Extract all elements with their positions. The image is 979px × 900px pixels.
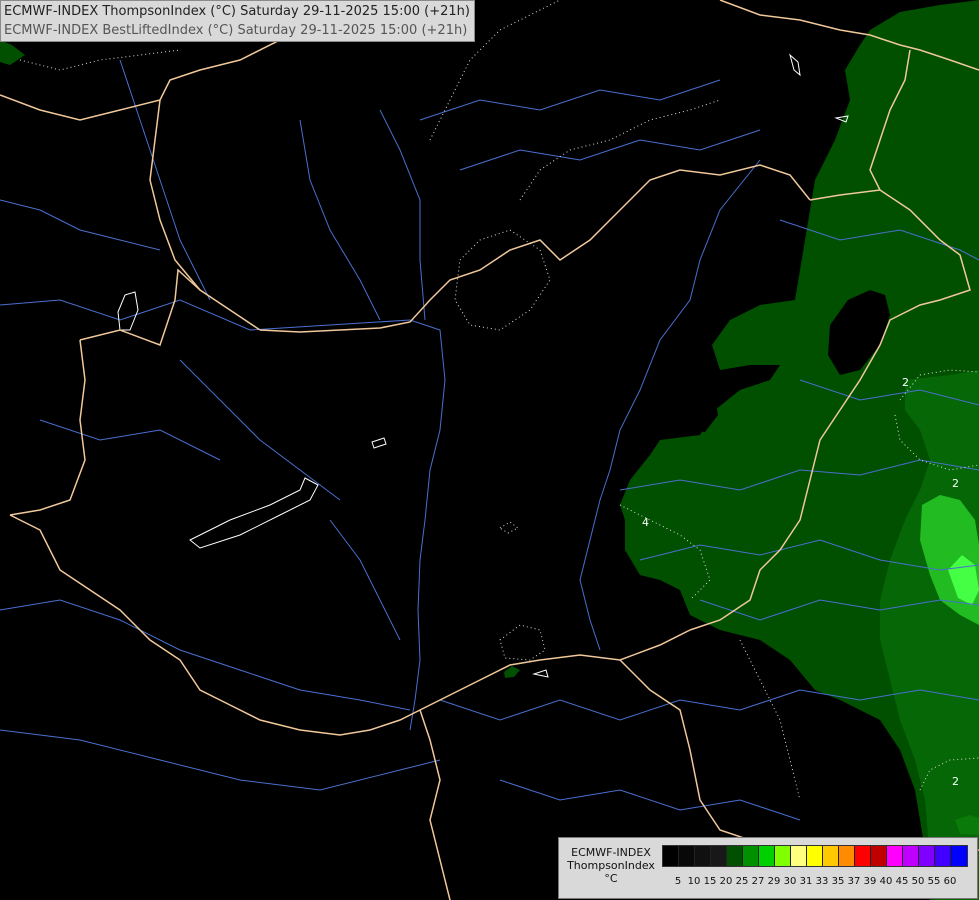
legend-tick-label: 55 bbox=[927, 876, 941, 887]
legend-swatch bbox=[663, 846, 679, 866]
contour-label-4-south: 4 bbox=[642, 516, 649, 529]
legend-swatch bbox=[775, 846, 791, 866]
legend-tick-label: 33 bbox=[815, 876, 829, 887]
contour-label-2-east-lower: 2 bbox=[952, 477, 959, 490]
legend-swatch bbox=[855, 846, 871, 866]
legend-tick-label: 45 bbox=[895, 876, 909, 887]
legend-swatch bbox=[935, 846, 951, 866]
contour-label-2-southeast: 2 bbox=[952, 775, 959, 788]
legend-swatch bbox=[759, 846, 775, 866]
legend-swatch bbox=[711, 846, 727, 866]
legend-tick-label: 30 bbox=[783, 876, 797, 887]
legend-swatch bbox=[679, 846, 695, 866]
legend-tick-label: 20 bbox=[719, 876, 733, 887]
legend-unit: °C bbox=[604, 872, 618, 885]
legend-tick-label: 39 bbox=[863, 876, 877, 887]
legend-tick-label: 27 bbox=[751, 876, 765, 887]
title-best-lifted-index: ECMWF-INDEX BestLiftedIndex (°C) Saturda… bbox=[4, 23, 468, 38]
legend-tick-label: 40 bbox=[879, 876, 893, 887]
map-title-box: ECMWF-INDEX ThompsonIndex (°C) Saturday … bbox=[0, 0, 475, 42]
legend-tick-label: 50 bbox=[911, 876, 925, 887]
legend-tick-label: 60 bbox=[943, 876, 957, 887]
legend-swatch bbox=[807, 846, 823, 866]
title-thompson-index: ECMWF-INDEX ThompsonIndex (°C) Saturday … bbox=[4, 4, 470, 19]
legend-tick-label: 35 bbox=[831, 876, 845, 887]
legend-tick-label: 29 bbox=[767, 876, 781, 887]
legend-tick-label: 37 bbox=[847, 876, 861, 887]
legend-swatch bbox=[887, 846, 903, 866]
legend-swatch bbox=[951, 846, 967, 866]
legend-swatch bbox=[695, 846, 711, 866]
legend-swatches bbox=[662, 845, 968, 867]
legend-variable: ThompsonIndex bbox=[567, 859, 655, 872]
legend-swatch bbox=[839, 846, 855, 866]
contour-label-2-east-upper: 2 bbox=[902, 376, 909, 389]
legend-model: ECMWF-INDEX bbox=[571, 846, 651, 859]
color-legend: ECMWF-INDEX ThompsonIndex °C 5 10 15 20 25 27… bbox=[558, 837, 978, 899]
legend-swatch bbox=[903, 846, 919, 866]
legend-tick-label: 15 bbox=[703, 876, 717, 887]
legend-tick-label: 10 bbox=[687, 876, 701, 887]
map-canvas: 4 2 2 2 bbox=[0, 0, 979, 900]
legend-swatch bbox=[919, 846, 935, 866]
legend-swatch bbox=[871, 846, 887, 866]
legend-swatch bbox=[727, 846, 743, 866]
legend-swatch bbox=[791, 846, 807, 866]
legend-label: ECMWF-INDEX ThompsonIndex °C bbox=[563, 846, 659, 885]
legend-tick-label: 25 bbox=[735, 876, 749, 887]
legend-tick-label: 31 bbox=[799, 876, 813, 887]
legend-swatch bbox=[823, 846, 839, 866]
legend-swatch bbox=[743, 846, 759, 866]
legend-tick-label: 5 bbox=[674, 876, 682, 887]
